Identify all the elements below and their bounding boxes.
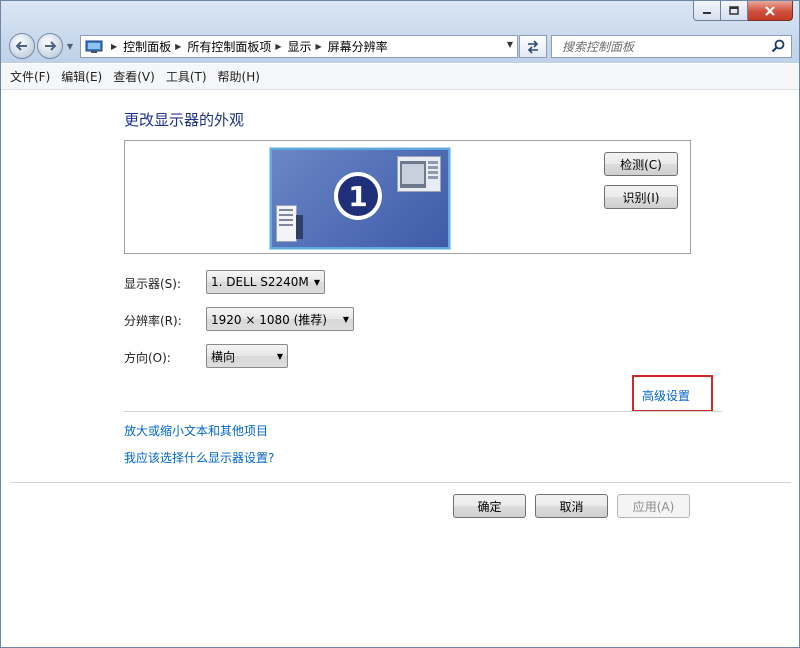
menu-file[interactable]: 文件(F) — [10, 68, 50, 85]
window-frame: ▼ ▶ 控制面板 ▶ 所有控制面板项 ▶ 显示 ▶ 屏幕分辨率 ▼ — [1, 1, 799, 63]
window: ▼ ▶ 控制面板 ▶ 所有控制面板项 ▶ 显示 ▶ 屏幕分辨率 ▼ 搜索控制面板… — [0, 0, 800, 648]
resolution-select-value: 1920 × 1080 (推荐) — [211, 312, 327, 327]
breadcrumb-arrow-icon: ▶ — [111, 42, 118, 51]
back-arrow-icon — [15, 41, 27, 51]
chevron-down-icon: ▼ — [276, 351, 284, 361]
ok-button[interactable]: 确定 — [453, 494, 526, 518]
menu-bar: 文件(F) 编辑(E) 查看(V) 工具(T) 帮助(H) — [1, 64, 799, 90]
caption-buttons — [693, 1, 793, 21]
resolution-label: 分辨率(R): — [124, 314, 182, 328]
control-panel-icon — [85, 40, 103, 53]
footer-divider — [11, 482, 791, 483]
breadcrumb-item[interactable]: 显示 — [288, 38, 312, 55]
recent-pages-dropdown[interactable]: ▼ — [65, 42, 75, 51]
monitor-1-thumbnail[interactable]: 1 — [270, 148, 450, 249]
breadcrumb-arrow-icon[interactable]: ▶ — [316, 42, 322, 51]
page-title: 更改显示器的外观 — [124, 111, 245, 129]
resize-text-link[interactable]: 放大或缩小文本和其他项目 — [124, 422, 268, 439]
menu-help[interactable]: 帮助(H) — [218, 68, 260, 85]
address-bar[interactable]: ▶ 控制面板 ▶ 所有控制面板项 ▶ 显示 ▶ 屏幕分辨率 ▼ — [80, 35, 518, 58]
refresh-icon — [527, 39, 539, 54]
breadcrumb: ▶ 控制面板 ▶ 所有控制面板项 ▶ 显示 ▶ 屏幕分辨率 — [107, 38, 388, 55]
address-dropdown-icon[interactable]: ▼ — [507, 40, 513, 49]
forward-arrow-icon — [45, 41, 57, 51]
display-preview-panel: 1 检测(C) 识别(I) — [124, 140, 691, 254]
menu-tools[interactable]: 工具(T) — [166, 68, 207, 85]
minimize-icon — [703, 11, 711, 14]
apply-button[interactable]: 应用(A) — [617, 494, 690, 518]
chevron-down-icon: ▼ — [342, 314, 350, 324]
nav-buttons: ▼ — [9, 33, 75, 59]
close-icon — [765, 5, 775, 16]
divider — [124, 411, 722, 412]
monitor-number-badge: 1 — [334, 172, 382, 220]
menu-edit[interactable]: 编辑(E) — [61, 68, 102, 85]
minimize-button[interactable] — [693, 1, 721, 21]
breadcrumb-item[interactable]: 所有控制面板项 — [187, 38, 271, 55]
forward-button[interactable] — [37, 33, 63, 59]
identify-button[interactable]: 识别(I) — [604, 185, 678, 209]
chevron-down-icon: ▼ — [66, 41, 74, 51]
back-button[interactable] — [9, 33, 35, 59]
breadcrumb-item[interactable]: 控制面板 — [123, 38, 171, 55]
search-icon[interactable] — [771, 39, 785, 53]
desktop-window-icon — [397, 156, 441, 192]
display-select-value: 1. DELL S2240M — [211, 275, 309, 289]
orientation-select-value: 横向 — [211, 349, 236, 364]
display-label: 显示器(S): — [124, 277, 182, 291]
display-select[interactable]: 1. DELL S2240M ▼ — [206, 270, 325, 294]
orientation-select[interactable]: 横向 ▼ — [206, 344, 288, 368]
display-settings-help-link[interactable]: 我应该选择什么显示器设置? — [124, 449, 274, 466]
maximize-button[interactable] — [721, 1, 748, 21]
advanced-settings-link[interactable]: 高级设置 — [642, 387, 690, 404]
document-icon — [276, 205, 303, 242]
search-box[interactable] — [551, 35, 792, 58]
breadcrumb-item[interactable]: 屏幕分辨率 — [328, 38, 388, 55]
breadcrumb-arrow-icon[interactable]: ▶ — [175, 42, 181, 51]
orientation-label: 方向(O): — [124, 351, 171, 365]
cancel-button[interactable]: 取消 — [535, 494, 608, 518]
breadcrumb-arrow-icon[interactable]: ▶ — [275, 42, 281, 51]
resolution-select[interactable]: 1920 × 1080 (推荐) ▼ — [206, 307, 354, 331]
close-button[interactable] — [748, 1, 793, 21]
refresh-button[interactable] — [519, 35, 547, 58]
chevron-down-icon: ▼ — [313, 277, 321, 287]
monitor-number: 1 — [338, 176, 378, 216]
menu-view[interactable]: 查看(V) — [113, 68, 155, 85]
detect-button[interactable]: 检测(C) — [604, 152, 678, 176]
maximize-icon — [729, 6, 739, 15]
search-input[interactable] — [560, 38, 774, 55]
